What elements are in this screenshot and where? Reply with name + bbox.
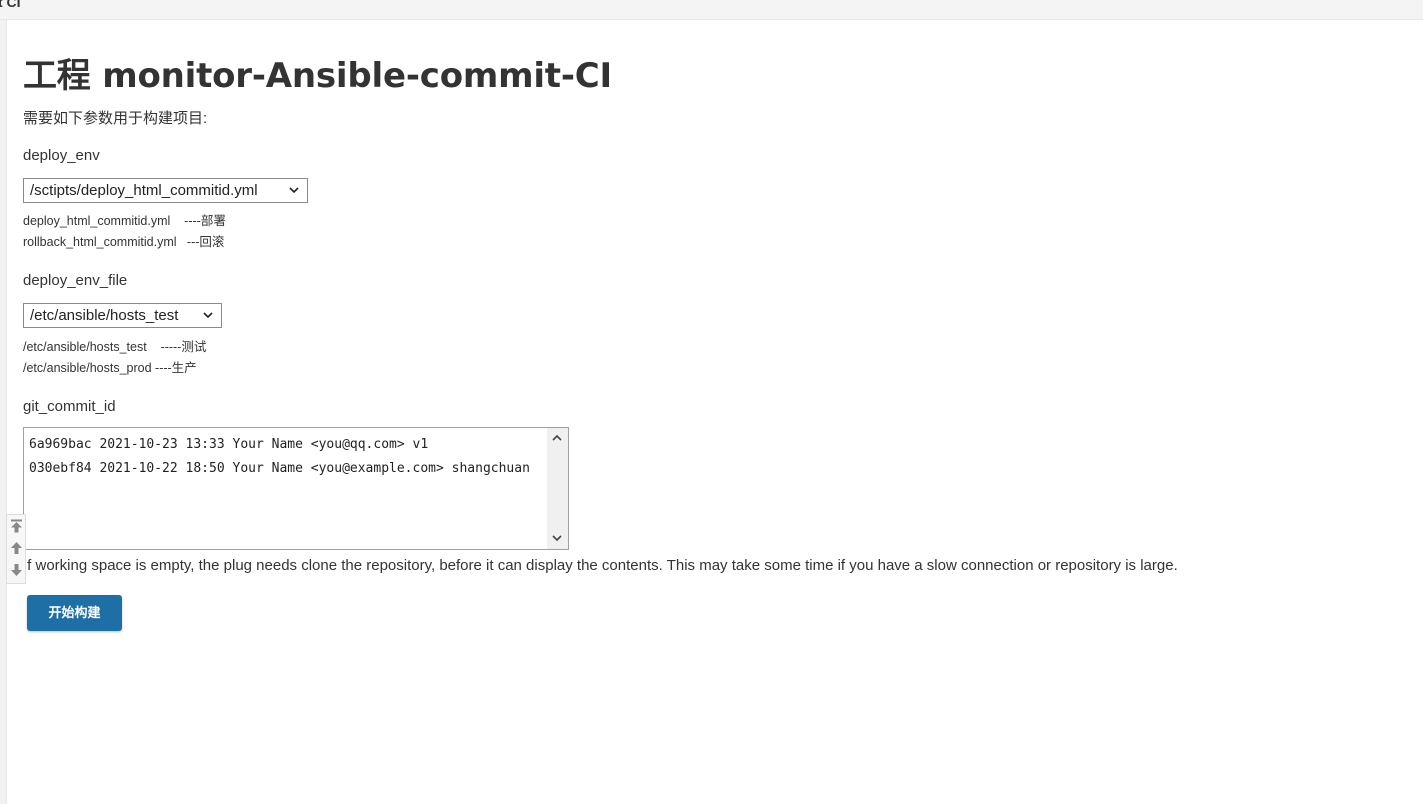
page-title: 工程 monitor-Ansible-commit-CI [23, 56, 612, 96]
deploy-env-help-line: rollback_html_commitid.yml ---回滚 [23, 235, 225, 249]
chevron-up-icon[interactable] [551, 433, 563, 443]
deploy-env-file-select[interactable]: /etc/ansible/hosts_test [23, 303, 222, 328]
deploy-env-help: deploy_html_commitid.yml ----部署 rollback_… [23, 211, 226, 253]
scroll-up-icon[interactable] [10, 541, 23, 555]
page-description: 需要如下参数用于构建项目: [23, 110, 208, 127]
left-edge-panel [0, 20, 7, 804]
scroll-to-top-icon[interactable] [10, 519, 23, 533]
commit-options: 6a969bac 2021-10-23 13:33 Your Name <you… [29, 433, 530, 481]
listbox-scrollbar[interactable] [547, 428, 568, 549]
deploy-env-file-selected: /etc/ansible/hosts_test [30, 307, 179, 324]
commit-option[interactable]: 6a969bac 2021-10-23 13:33 Your Name <you… [29, 433, 530, 457]
scroll-down-icon[interactable] [10, 563, 23, 577]
chevron-down-icon[interactable] [551, 533, 563, 543]
git-commit-id-label: git_commit_id [23, 398, 116, 415]
top-bar: t CI [0, 0, 1423, 20]
deploy-env-file-help-line: /etc/ansible/hosts_test -----测试 [23, 340, 207, 354]
git-commit-id-note: If working space is empty, the plug need… [23, 557, 1178, 574]
deploy-env-label: deploy_env [23, 147, 100, 164]
git-commit-id-listbox[interactable]: 6a969bac 2021-10-23 13:33 Your Name <you… [23, 427, 569, 550]
start-build-button[interactable]: 开始构建 [27, 595, 122, 631]
chevron-down-icon [289, 187, 299, 194]
deploy-env-file-label: deploy_env_file [23, 272, 128, 289]
deploy-env-file-help-line: /etc/ansible/hosts_prod ----生产 [23, 361, 197, 375]
deploy-env-help-line: deploy_html_commitid.yml ----部署 [23, 214, 226, 228]
chevron-down-icon [203, 312, 213, 319]
deploy-env-file-help: /etc/ansible/hosts_test -----测试/etc/ansi… [23, 337, 206, 379]
floating-scroll-nav [6, 514, 26, 584]
deploy-env-select[interactable]: /sctipts/deploy_html_commitid.yml [23, 178, 308, 203]
commit-option[interactable]: 030ebf84 2021-10-22 18:50 Your Name <you… [29, 457, 530, 481]
deploy-env-selected: /sctipts/deploy_html_commitid.yml [30, 182, 258, 199]
top-bar-title: t CI [0, 0, 21, 10]
